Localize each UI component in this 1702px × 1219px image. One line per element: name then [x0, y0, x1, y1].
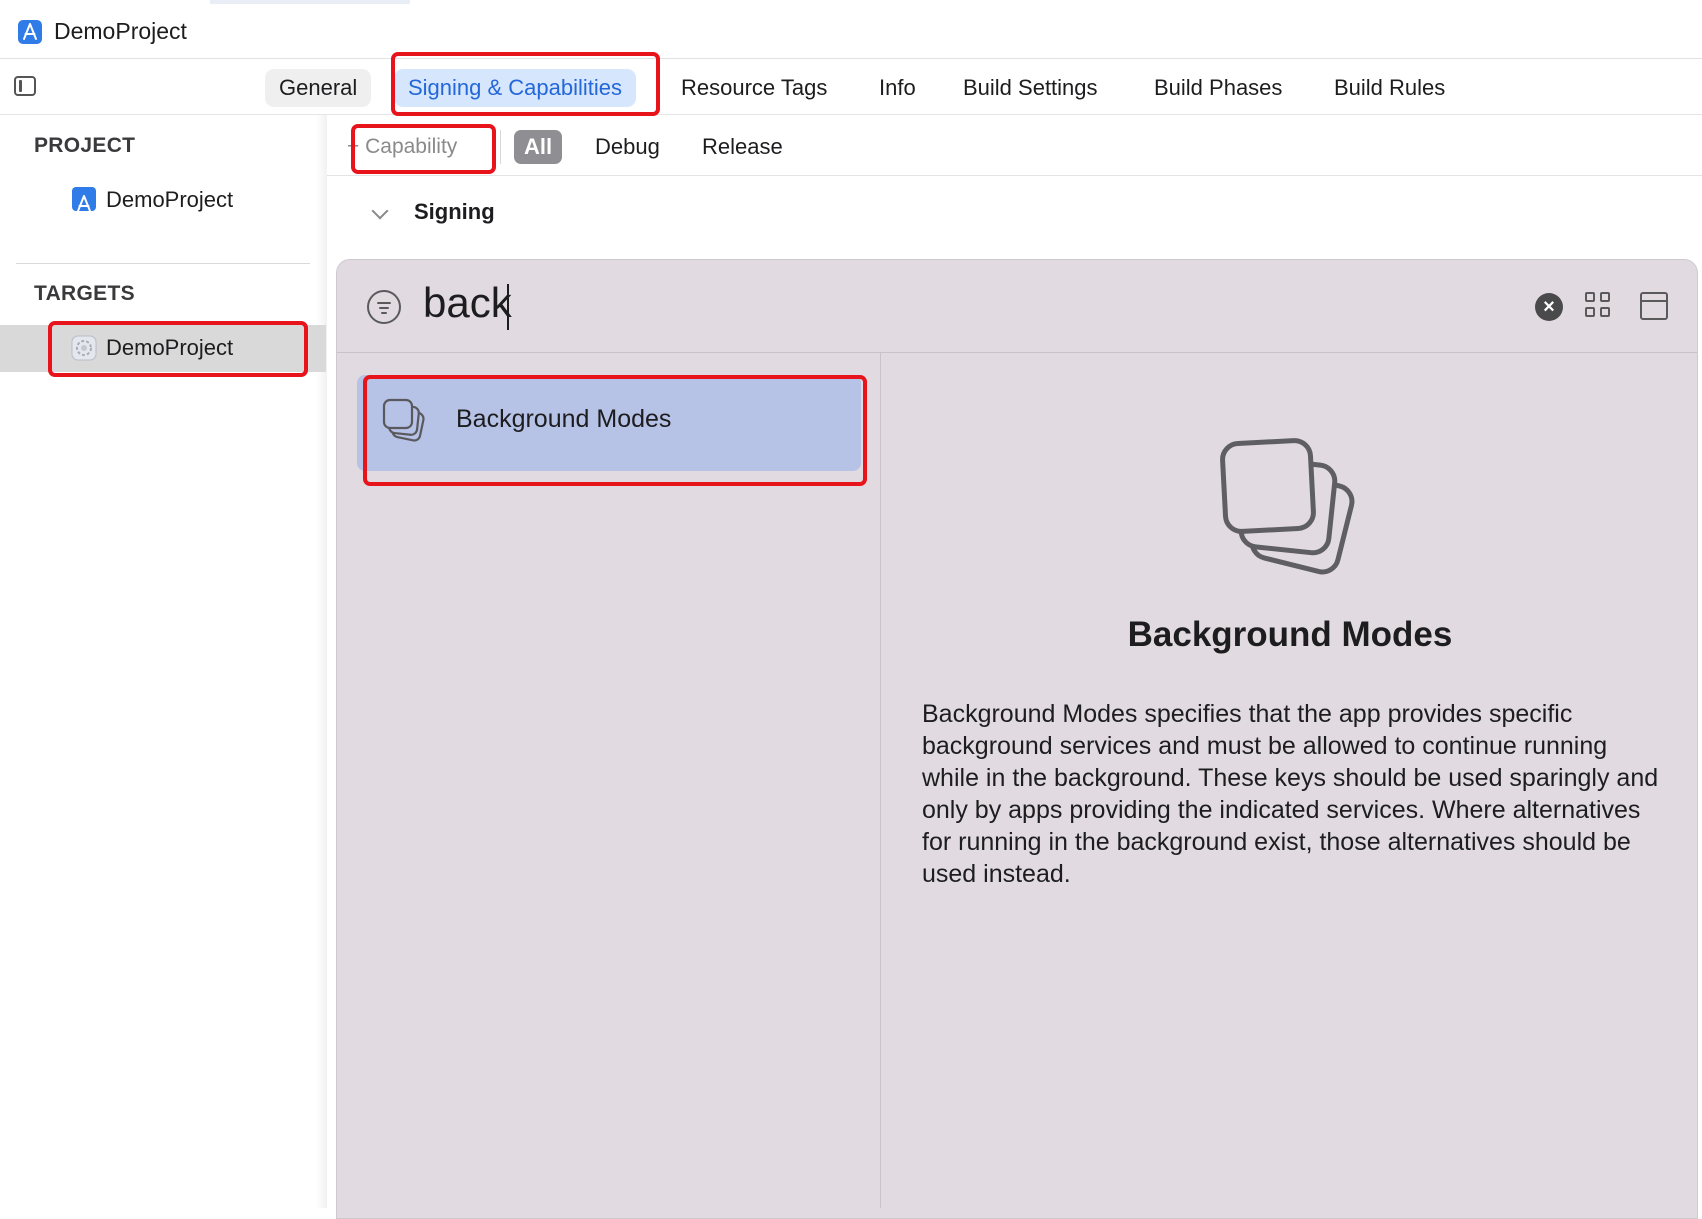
filter-icon[interactable]: [367, 290, 401, 324]
target-gear-icon: [70, 333, 98, 361]
library-result-label: Background Modes: [456, 405, 672, 433]
tab-build-settings[interactable]: Build Settings: [949, 69, 1112, 107]
library-split-divider: [880, 353, 881, 1208]
project-navigator-sidebar: [0, 115, 326, 1208]
config-all-button[interactable]: All: [514, 130, 563, 164]
target-item[interactable]: DemoProject: [70, 326, 233, 370]
clear-search-icon[interactable]: ×: [1535, 293, 1563, 321]
toolbar-separator: [500, 130, 501, 164]
target-item-label: DemoProject: [106, 335, 234, 360]
sidebar-toggle-icon[interactable]: [14, 76, 36, 96]
tab-resource-tags[interactable]: Resource Tags: [667, 69, 841, 107]
targets-section-header: TARGETS: [34, 282, 135, 305]
project-item[interactable]: DemoProject: [72, 178, 233, 222]
background-modes-stack-icon: [380, 397, 430, 447]
xcode-app-icon: [18, 20, 42, 44]
tab-build-rules[interactable]: Build Rules: [1320, 69, 1459, 107]
config-release-button[interactable]: Release: [692, 130, 793, 164]
tab-general[interactable]: General: [265, 69, 372, 107]
xcode-app-icon: [72, 187, 96, 213]
project-item-label: DemoProject: [106, 187, 234, 212]
sidebar-divider: [16, 263, 310, 264]
detail-title: Background Modes: [1127, 615, 1453, 654]
library-search-bar: [337, 260, 1697, 353]
signing-section-title[interactable]: Signing: [414, 199, 495, 225]
title-bar: DemoProject: [0, 4, 1702, 59]
tab-build-phases[interactable]: Build Phases: [1140, 69, 1296, 107]
window-title: DemoProject: [54, 18, 187, 44]
project-section-header: PROJECT: [34, 134, 136, 157]
editor-tab-bar: General Signing & Capabilities Resource …: [0, 59, 1702, 115]
add-capability-button[interactable]: + Capability: [347, 130, 457, 164]
config-debug-button[interactable]: Debug: [585, 130, 670, 164]
detail-description: Background Modes specifies that the app …: [922, 700, 1659, 888]
detail-pane-icon[interactable]: [1640, 292, 1668, 320]
background-modes-large-icon: [1218, 436, 1364, 582]
text-caret: [507, 284, 509, 330]
grid-view-icon[interactable]: [1585, 292, 1613, 320]
tab-signing-capabilities[interactable]: Signing & Capabilities: [394, 69, 637, 107]
tab-info[interactable]: Info: [865, 69, 930, 107]
library-search-input[interactable]: back: [423, 279, 512, 327]
